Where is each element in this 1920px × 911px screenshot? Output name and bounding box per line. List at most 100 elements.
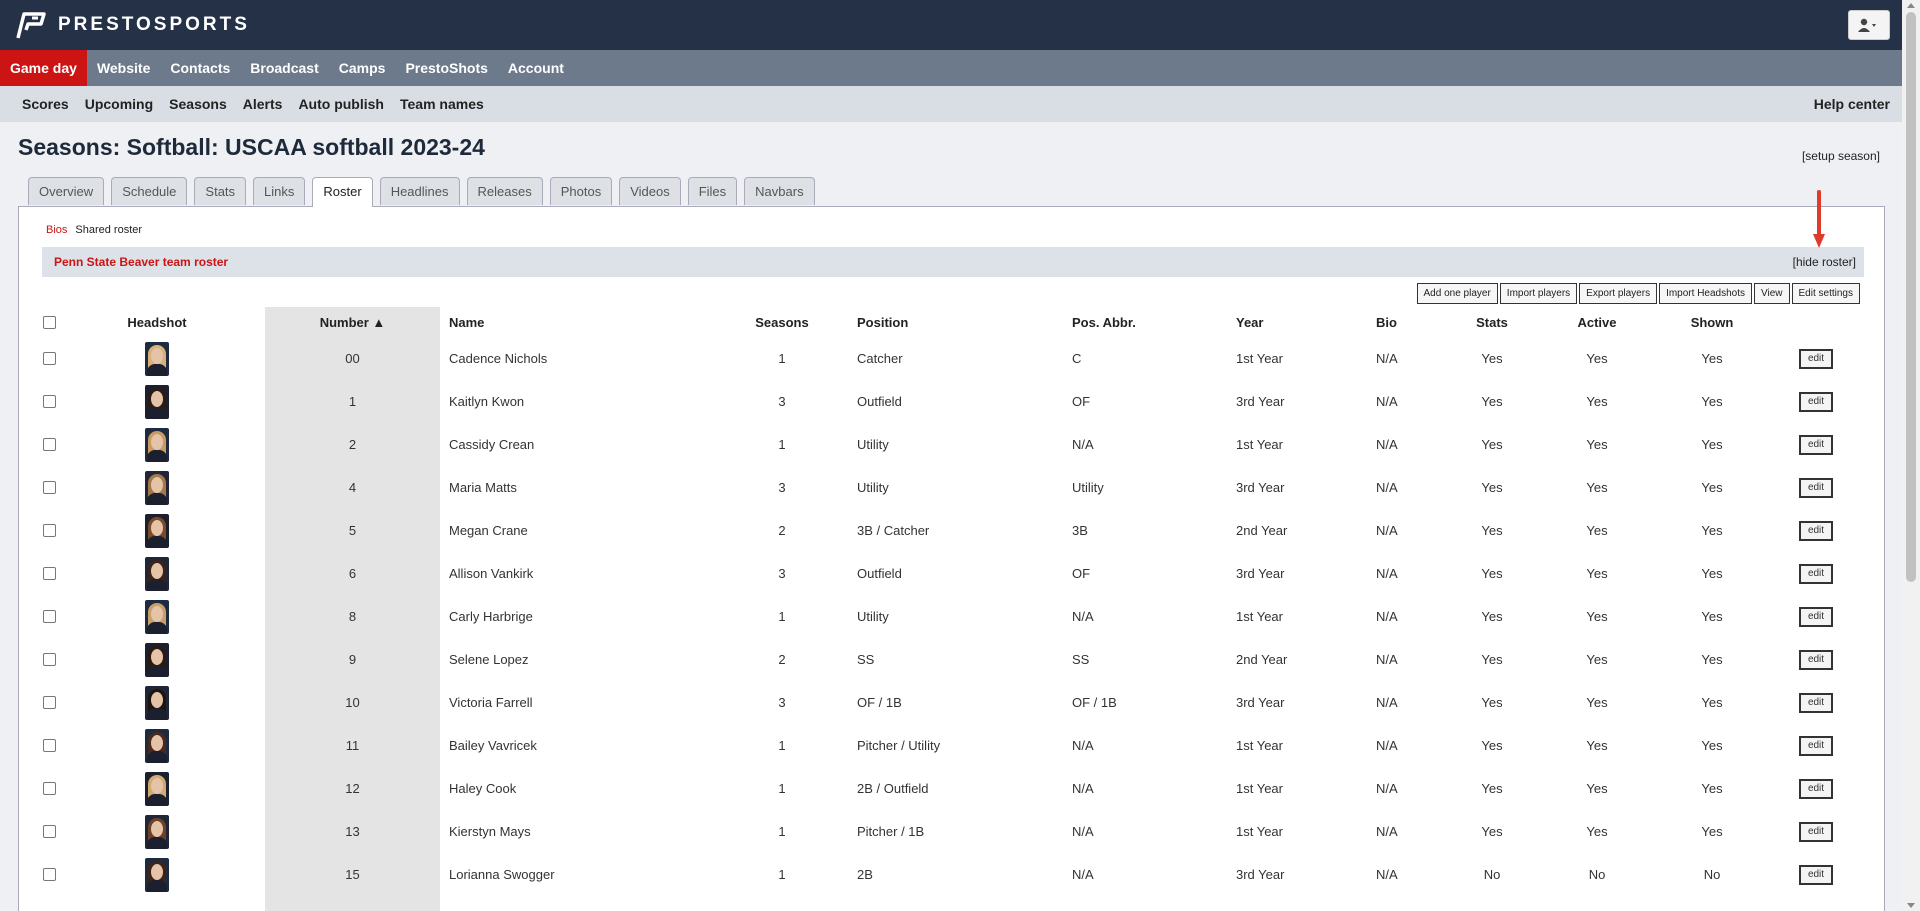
seasons-cell: 2 xyxy=(778,523,786,538)
row-select-checkbox[interactable] xyxy=(42,739,56,752)
headshot-image[interactable] xyxy=(145,599,169,634)
edit-player-button[interactable]: edit xyxy=(1799,692,1833,713)
headshot-image[interactable] xyxy=(145,427,169,462)
edit-player-button[interactable]: edit xyxy=(1799,434,1833,455)
logo[interactable]: PRESTOSPORTS xyxy=(14,10,250,40)
tab-navbars[interactable]: Navbars xyxy=(744,177,815,205)
seasons-cell: 3 xyxy=(778,695,786,710)
column-header-year[interactable]: Year xyxy=(1236,307,1336,337)
page-scrollbar[interactable] xyxy=(1902,0,1920,911)
edit-player-button[interactable]: edit xyxy=(1799,606,1833,627)
edit-player-button[interactable]: edit xyxy=(1799,477,1833,498)
main-nav-broadcast[interactable]: Broadcast xyxy=(240,50,328,86)
headshot-image[interactable] xyxy=(145,814,169,849)
import-headshots-button[interactable]: Import Headshots xyxy=(1659,283,1753,304)
row-select-checkbox[interactable] xyxy=(42,696,56,709)
row-select-checkbox[interactable] xyxy=(42,653,56,666)
tab-headlines[interactable]: Headlines xyxy=(379,177,460,205)
headshot-image[interactable] xyxy=(145,857,169,892)
setup-season-link[interactable]: [setup season] xyxy=(1802,149,1880,163)
select-all-checkbox[interactable] xyxy=(42,315,56,329)
sub-nav-scores[interactable]: Scores xyxy=(14,86,77,122)
sub-nav-auto-publish[interactable]: Auto publish xyxy=(290,86,392,122)
tab-links[interactable]: Links xyxy=(253,177,306,205)
column-header-shown[interactable]: Shown xyxy=(1667,307,1757,337)
name-cell: Allison Vankirk xyxy=(449,566,534,581)
scrollbar-thumb[interactable] xyxy=(1906,12,1916,582)
edit-player-button[interactable]: edit xyxy=(1799,520,1833,541)
column-header-bio[interactable]: Bio xyxy=(1376,307,1436,337)
column-header-number[interactable]: Number ▲ xyxy=(265,307,440,337)
row-select-checkbox[interactable] xyxy=(42,395,56,408)
main-nav-camps[interactable]: Camps xyxy=(329,50,396,86)
row-select-checkbox[interactable] xyxy=(42,610,56,623)
year-cell: 2nd Year xyxy=(1236,523,1288,538)
tab-photos[interactable]: Photos xyxy=(549,177,613,205)
headshot-image[interactable] xyxy=(145,513,169,548)
main-nav-website[interactable]: Website xyxy=(87,50,160,86)
row-select-checkbox[interactable] xyxy=(42,352,56,365)
edit-player-button[interactable]: edit xyxy=(1799,563,1833,584)
main-nav-game-day[interactable]: Game day xyxy=(0,50,87,86)
help-center-link[interactable]: Help center xyxy=(1814,86,1890,122)
tab-files[interactable]: Files xyxy=(687,177,738,205)
user-menu-button[interactable] xyxy=(1848,10,1890,40)
shared-roster-link[interactable]: Shared roster xyxy=(75,224,142,236)
column-header-pos-abbr[interactable]: Pos. Abbr. xyxy=(1072,307,1192,337)
tab-releases[interactable]: Releases xyxy=(466,177,543,205)
edit-player-button[interactable]: edit xyxy=(1799,391,1833,412)
headshot-image[interactable] xyxy=(145,685,169,720)
headshot-image[interactable] xyxy=(145,728,169,763)
edit-player-button[interactable]: edit xyxy=(1799,864,1833,885)
main-nav-account[interactable]: Account xyxy=(498,50,574,86)
row-select-checkbox[interactable] xyxy=(42,524,56,537)
tab-schedule[interactable]: Schedule xyxy=(111,177,188,205)
sub-nav-seasons[interactable]: Seasons xyxy=(161,86,235,122)
headshot-image[interactable] xyxy=(145,384,169,419)
row-select-checkbox[interactable] xyxy=(42,782,56,795)
main-nav-contacts[interactable]: Contacts xyxy=(160,50,240,86)
import-players-button[interactable]: Import players xyxy=(1499,283,1578,304)
scroll-up-icon[interactable] xyxy=(1907,3,1915,8)
headshot-image[interactable] xyxy=(145,556,169,591)
sub-nav-upcoming[interactable]: Upcoming xyxy=(77,86,161,122)
edit-player-button[interactable]: edit xyxy=(1799,649,1833,670)
bios-link[interactable]: Bios xyxy=(46,224,67,236)
add-one-player-button[interactable]: Add one player xyxy=(1416,283,1498,304)
view-button[interactable]: View xyxy=(1754,283,1790,304)
edit-player-button[interactable]: edit xyxy=(1799,778,1833,799)
edit-player-button[interactable]: edit xyxy=(1799,821,1833,842)
sub-nav-team-names[interactable]: Team names xyxy=(392,86,492,122)
edit-player-button[interactable]: edit xyxy=(1799,348,1833,369)
headshot-image[interactable] xyxy=(145,470,169,505)
tab-stats[interactable]: Stats xyxy=(194,177,247,205)
column-header-name[interactable]: Name xyxy=(449,307,669,337)
headshot-image[interactable] xyxy=(145,771,169,806)
column-header-stats[interactable]: Stats xyxy=(1452,307,1532,337)
number-cell: 4 xyxy=(348,480,357,495)
year-cell: 1st Year xyxy=(1236,609,1283,624)
main-nav-prestoshots[interactable]: PrestoShots xyxy=(395,50,497,86)
top-bar: PRESTOSPORTS xyxy=(0,0,1902,50)
row-select-checkbox[interactable] xyxy=(42,868,56,881)
row-select-checkbox[interactable] xyxy=(42,438,56,451)
column-header-position[interactable]: Position xyxy=(857,307,1057,337)
tab-overview[interactable]: Overview xyxy=(28,177,105,205)
headshot-image[interactable] xyxy=(145,642,169,677)
pos-abbr-cell: OF xyxy=(1072,394,1091,409)
tab-roster[interactable]: Roster xyxy=(312,177,373,207)
row-select-checkbox[interactable] xyxy=(42,481,56,494)
seasons-cell: 1 xyxy=(778,351,786,366)
column-header-seasons[interactable]: Seasons xyxy=(742,307,822,337)
headshot-image[interactable] xyxy=(145,341,169,376)
column-header-active[interactable]: Active xyxy=(1552,307,1642,337)
scroll-down-icon[interactable] xyxy=(1907,903,1915,908)
edit-player-button[interactable]: edit xyxy=(1799,735,1833,756)
tab-videos[interactable]: Videos xyxy=(619,177,681,205)
row-select-checkbox[interactable] xyxy=(42,825,56,838)
export-players-button[interactable]: Export players xyxy=(1579,283,1658,304)
row-select-checkbox[interactable] xyxy=(42,567,56,580)
edit-settings-button[interactable]: Edit settings xyxy=(1791,283,1860,304)
hide-roster-link[interactable]: [hide roster] xyxy=(1793,247,1856,277)
sub-nav-alerts[interactable]: Alerts xyxy=(235,86,291,122)
